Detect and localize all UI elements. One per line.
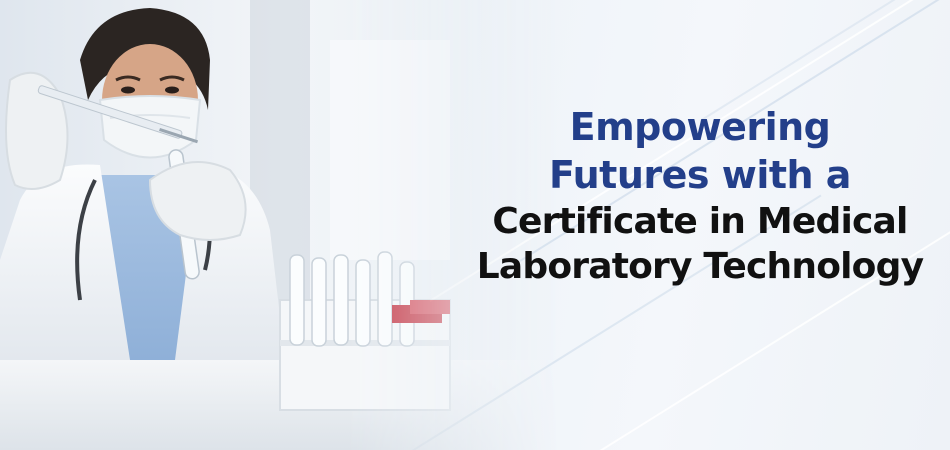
- headline: Empowering Futures with a Certificate in…: [460, 104, 940, 289]
- hero-banner: Empowering Futures with a Certificate in…: [0, 0, 950, 450]
- headline-line-4: Laboratory Technology: [476, 246, 924, 287]
- headline-line-2: Futures with a: [549, 152, 851, 197]
- headline-line-3: Certificate in Medical: [492, 201, 908, 242]
- headline-line-1: Empowering: [569, 105, 831, 149]
